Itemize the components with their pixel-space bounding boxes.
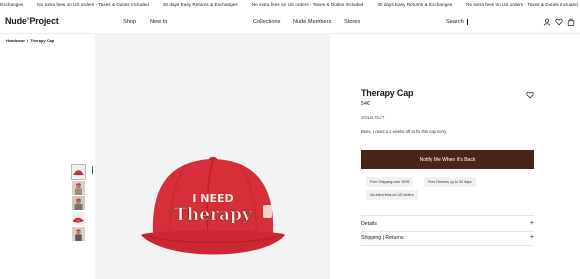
wishlist-heart-icon[interactable]	[526, 91, 534, 99]
text-cursor	[466, 19, 468, 25]
accordion-details[interactable]: Details +	[361, 220, 534, 227]
gallery-scroll-indicator	[92, 166, 94, 174]
heart-icon[interactable]	[555, 18, 563, 26]
thumbnail-model-1[interactable]	[72, 180, 85, 195]
plus-icon: +	[529, 234, 534, 241]
breadcrumb: Headwear / Therapy Cap	[6, 38, 54, 43]
user-icon[interactable]	[543, 18, 551, 26]
announcement-item: No extra fees on US orders - Taxes & Dut…	[251, 2, 364, 7]
search-field[interactable]: Search	[446, 19, 468, 25]
announcement-item: No extra fees on US orders - Taxes & Dut…	[466, 2, 578, 7]
notify-me-button[interactable]: Notify Me When It's Back	[361, 150, 534, 169]
divider	[361, 215, 534, 216]
nav-new-in[interactable]: New In	[150, 19, 167, 25]
thumbnail-model-3[interactable]	[72, 227, 85, 241]
product-description: Bees, I need a 2 weeks off to fix this c…	[361, 129, 448, 134]
nav-shop[interactable]: Shop	[123, 19, 136, 25]
breadcrumb-separator: /	[26, 38, 29, 43]
cap-illustration: I NEED Therapy	[141, 157, 285, 255]
thumbnail-cap-front[interactable]	[71, 164, 86, 180]
accordion-details-label: Details	[361, 221, 377, 227]
plus-icon: +	[529, 220, 534, 227]
site-header: Nude®Project Shop New In Collections Nud…	[0, 10, 580, 34]
announcement-item: No extra fees on US orders - Taxes & Dut…	[37, 2, 149, 7]
product-image: I NEED Therapy	[95, 33, 330, 279]
brand-logo[interactable]: Nude®Project	[5, 16, 59, 26]
thumbnail-cap-side[interactable]	[72, 211, 85, 226]
logo-suffix: Project	[29, 16, 59, 26]
announcement-item: s & Exchanges	[0, 2, 24, 7]
logo-text: Nude	[5, 16, 27, 26]
announcement-bar: s & Exchanges No extra fees on US orders …	[0, 0, 580, 10]
cap-text-line-1: I NEED	[192, 192, 233, 205]
cap-text-line-2: Therapy	[174, 205, 253, 225]
announcement-track: s & Exchanges No extra fees on US orders …	[0, 2, 580, 7]
thumbnail-list	[71, 164, 86, 241]
divider	[361, 231, 534, 232]
breadcrumb-headwear[interactable]: Headwear	[6, 38, 25, 43]
divider	[361, 245, 534, 246]
product-title: Therapy Cap	[361, 88, 414, 98]
perk-free-returns: Free Returns up to 30 days	[424, 177, 476, 187]
nav-stores[interactable]: Stores	[344, 19, 360, 25]
perk-free-shipping: Free Shipping over 300€	[366, 177, 414, 187]
thumbnail-model-2[interactable]	[72, 196, 85, 210]
product-price: 54€	[361, 101, 370, 107]
stock-status: SOLD OUT	[361, 115, 385, 120]
accordion-shipping-returns[interactable]: Shipping | Returns +	[361, 234, 534, 241]
search-label: Search	[446, 19, 464, 25]
perk-no-extra-fees: No extra fees on US orders	[366, 190, 418, 200]
announcement-item: 30 days Easy Returns & Exchanges	[162, 2, 238, 7]
nav-nude-members[interactable]: Nude Members	[293, 19, 331, 25]
announcement-item: 30 days Easy Returns & Exchanges	[377, 2, 453, 7]
accordion-shipping-label: Shipping | Returns	[361, 235, 404, 241]
bag-icon[interactable]	[567, 18, 575, 26]
breadcrumb-current: Therapy Cap	[30, 38, 55, 43]
nav-collections[interactable]: Collections	[253, 19, 280, 25]
